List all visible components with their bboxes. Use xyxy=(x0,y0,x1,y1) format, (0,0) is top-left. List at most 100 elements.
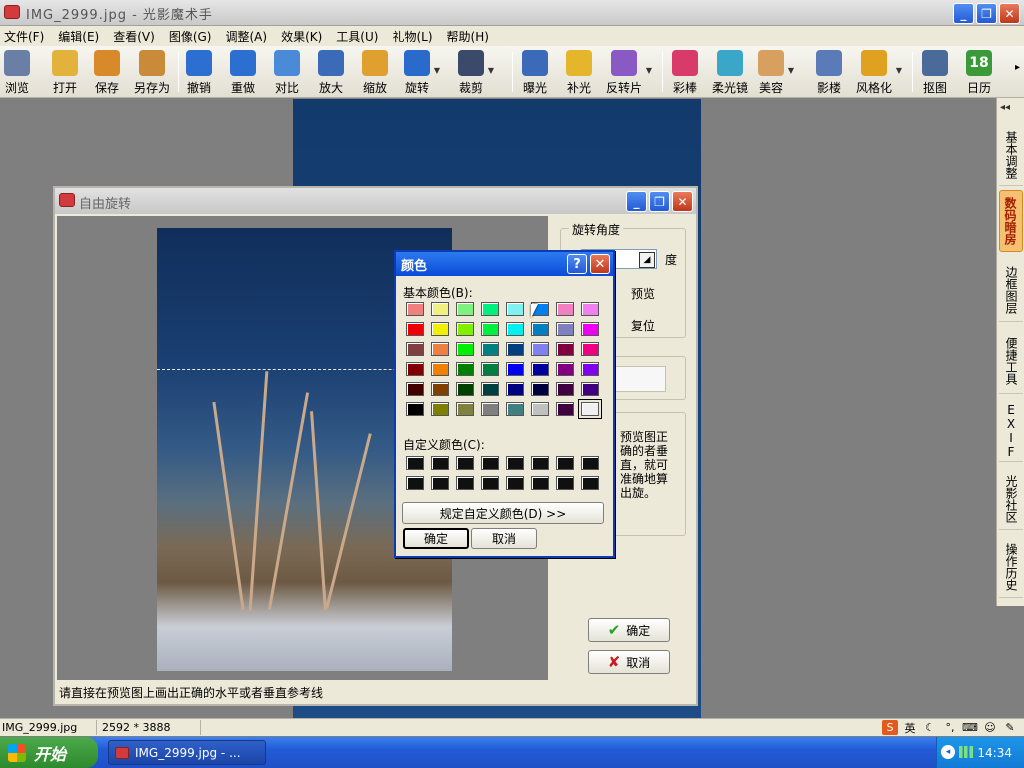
custom-color-swatch[interactable] xyxy=(406,476,424,490)
custom-color-swatch[interactable] xyxy=(481,476,499,490)
dropdown-arrow-icon[interactable]: ▼ xyxy=(788,66,794,75)
taskbar-app-button[interactable]: IMG_2999.jpg - ... xyxy=(108,740,266,765)
custom-color-swatch[interactable] xyxy=(456,476,474,490)
basic-color-swatch[interactable] xyxy=(531,402,549,416)
basic-color-swatch[interactable] xyxy=(578,399,602,419)
panel-tab[interactable]: 光影社区 xyxy=(999,468,1023,530)
panel-collapse-icon[interactable]: ◂◂ xyxy=(1000,102,1010,113)
toolbar-button[interactable]: 影楼 xyxy=(816,48,842,96)
toolbar-button[interactable]: 曝光 xyxy=(522,48,548,96)
custom-color-swatch[interactable] xyxy=(531,476,549,490)
basic-color-swatch[interactable] xyxy=(556,302,574,316)
dropdown-arrow-icon[interactable]: ▼ xyxy=(896,66,902,75)
color-cancel-button[interactable]: 取消 xyxy=(471,528,537,549)
custom-color-swatch[interactable] xyxy=(406,456,424,470)
custom-color-swatch[interactable] xyxy=(581,476,599,490)
toolbar-button[interactable]: 反转片 ▼ xyxy=(606,48,652,96)
basic-color-swatch[interactable] xyxy=(406,402,424,416)
basic-color-swatch[interactable] xyxy=(506,382,524,396)
basic-color-swatch[interactable] xyxy=(556,362,574,376)
toolbar-button[interactable]: 缩放 xyxy=(362,48,388,96)
toolbar-button[interactable]: 撤销 xyxy=(186,48,212,96)
toolbar-button[interactable]: 美容 ▼ xyxy=(758,48,794,96)
basic-color-swatch[interactable] xyxy=(456,382,474,396)
basic-color-swatch[interactable] xyxy=(406,322,424,336)
toolbar-button[interactable]: 对比 xyxy=(274,48,300,96)
basic-color-swatch[interactable] xyxy=(531,382,549,396)
custom-color-swatch[interactable] xyxy=(431,456,449,470)
toolbar-button[interactable]: 裁剪 ▼ xyxy=(458,48,494,96)
dropdown-arrow-icon[interactable]: ▼ xyxy=(434,66,440,75)
menu-item[interactable]: 查看(V) xyxy=(113,28,155,45)
basic-color-swatch[interactable] xyxy=(506,342,524,356)
menu-item[interactable]: 帮助(H) xyxy=(447,28,489,45)
basic-color-swatch[interactable] xyxy=(506,322,524,336)
dropdown-arrow-icon[interactable]: ▼ xyxy=(488,66,494,75)
basic-color-swatch[interactable] xyxy=(431,362,449,376)
panel-tab[interactable]: 便捷工具 xyxy=(999,328,1023,394)
toolbar-button[interactable]: 浏览 xyxy=(4,48,30,96)
toolbar-button[interactable]: 彩棒 xyxy=(672,48,698,96)
rotate-ok-button[interactable]: ✔ 确定 xyxy=(588,618,670,642)
keyboard-icon[interactable]: ⌨ xyxy=(962,720,978,735)
rotate-dialog-minimize-button[interactable]: _ xyxy=(626,191,647,212)
toolbar-button[interactable]: 旋转 ▼ xyxy=(404,48,440,96)
menu-item[interactable]: 图像(G) xyxy=(169,28,212,45)
toolbar-button[interactable]: 保存 xyxy=(94,48,120,96)
toolbar-button[interactable]: 另存为 xyxy=(134,48,170,96)
rotate-dialog-title-bar[interactable]: 自由旋转 _ ❐ ✕ xyxy=(55,188,696,214)
custom-color-swatch[interactable] xyxy=(506,456,524,470)
start-button[interactable]: 开始 xyxy=(0,737,98,768)
ime-language-label[interactable]: 英 xyxy=(902,720,918,735)
basic-color-swatch[interactable] xyxy=(481,362,499,376)
color-ok-button[interactable]: 确定 xyxy=(403,528,469,549)
basic-color-swatch[interactable] xyxy=(581,382,599,396)
rotate-dialog-maximize-button[interactable]: ❐ xyxy=(649,191,670,212)
toolbar-button[interactable]: 放大 xyxy=(318,48,344,96)
basic-color-swatch[interactable] xyxy=(581,322,599,336)
basic-color-swatch[interactable] xyxy=(556,342,574,356)
define-custom-colors-button[interactable]: 规定自定义颜色(D) >> xyxy=(402,502,604,524)
minimize-button[interactable]: _ xyxy=(953,3,974,24)
basic-color-swatch[interactable] xyxy=(456,362,474,376)
basic-color-swatch[interactable] xyxy=(456,402,474,416)
toolbar-button[interactable]: 风格化 ▼ xyxy=(856,48,902,96)
basic-color-swatch[interactable] xyxy=(581,342,599,356)
sogou-icon[interactable]: S xyxy=(882,720,898,735)
toolbar-button[interactable]: 抠图 xyxy=(922,48,948,96)
basic-color-swatch[interactable] xyxy=(456,302,474,316)
custom-color-swatch[interactable] xyxy=(556,476,574,490)
menu-item[interactable]: 调整(A) xyxy=(225,28,267,45)
toolbar-overflow-icon[interactable]: ▸ xyxy=(1015,62,1020,73)
basic-color-swatch[interactable] xyxy=(581,302,599,316)
custom-color-swatch[interactable] xyxy=(506,476,524,490)
basic-color-swatch[interactable] xyxy=(431,342,449,356)
basic-color-swatch[interactable] xyxy=(431,402,449,416)
custom-color-swatch[interactable] xyxy=(431,476,449,490)
network-signal-icon[interactable] xyxy=(959,746,973,758)
toolbar-button[interactable]: 打开 xyxy=(52,48,78,96)
basic-color-swatch[interactable] xyxy=(481,302,499,316)
reset-label[interactable]: 复位 xyxy=(631,317,655,334)
custom-color-swatch[interactable] xyxy=(481,456,499,470)
basic-color-swatch[interactable] xyxy=(506,302,524,316)
basic-color-swatch[interactable] xyxy=(506,362,524,376)
rotate-dialog-close-button[interactable]: ✕ xyxy=(672,191,693,212)
punctuation-icon[interactable]: °, xyxy=(942,720,958,735)
custom-color-swatch[interactable] xyxy=(556,456,574,470)
panel-tab[interactable]: 基本调整 xyxy=(999,124,1023,186)
basic-color-swatch[interactable] xyxy=(556,382,574,396)
dropdown-arrow-icon[interactable]: ▼ xyxy=(646,66,652,75)
basic-color-swatch[interactable] xyxy=(481,342,499,356)
rotate-cancel-button[interactable]: ✘ 取消 xyxy=(588,650,670,674)
basic-color-swatch[interactable] xyxy=(406,382,424,396)
basic-color-swatch[interactable] xyxy=(431,302,449,316)
help-button[interactable]: ? xyxy=(567,254,587,274)
maximize-button[interactable]: ❐ xyxy=(976,3,997,24)
menu-item[interactable]: 编辑(E) xyxy=(58,28,99,45)
tray-expand-icon[interactable]: ◂ xyxy=(941,745,955,759)
angle-spin-icon[interactable]: ◢ xyxy=(639,252,655,268)
menu-item[interactable]: 礼物(L) xyxy=(392,28,432,45)
close-button[interactable]: ✕ xyxy=(999,3,1020,24)
basic-color-swatch[interactable] xyxy=(481,322,499,336)
